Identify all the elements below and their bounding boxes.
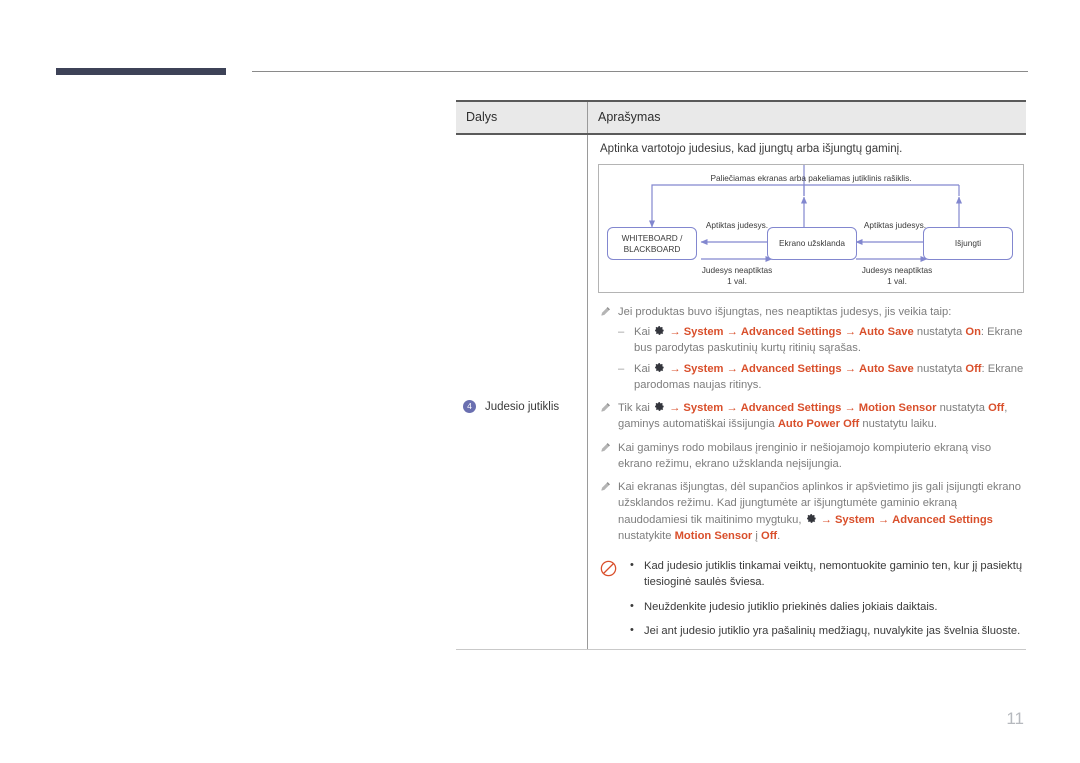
pencil-icon: [600, 479, 611, 544]
column-header-description: Aprašymas: [587, 100, 1026, 135]
header-accent-bar: [56, 68, 226, 75]
note-lead: Jei produktas buvo išjungtas, nes neapti…: [618, 306, 952, 318]
path-arrow: →: [723, 402, 741, 415]
setting-name: Auto Save: [859, 326, 914, 339]
path-arrow: →: [723, 362, 741, 375]
path-arrow: →: [666, 362, 684, 375]
pencil-icon: [601, 482, 610, 491]
caution-text: Kad judesio jutiklis tinkamai veiktų, ne…: [644, 560, 1023, 589]
setting-name: On: [965, 326, 981, 339]
setting-name: Advanced Settings: [892, 513, 993, 526]
diagram-label-touch-screen: Paliečiamas ekranas arba pakeliamas juti…: [710, 173, 912, 183]
setting-name: Advanced Settings: [740, 402, 842, 415]
diagram-label-no-motion-left: Judesys neaptiktas 1 val.: [701, 265, 773, 286]
pencil-icon: [600, 304, 611, 393]
table-row: 4 Judesio jutiklis Aptinka vartotojo jud…: [456, 134, 1026, 650]
note-fullscreen-mirroring: Kai gaminys rodo mobilaus įrenginio ir n…: [600, 440, 1024, 472]
page-number: 11: [1006, 709, 1024, 728]
caution-items: • Kad judesio jutiklis tinkamai veiktų, n…: [630, 558, 1024, 639]
caution-text: Neuždenkite judesio jutiklio priekinės d…: [644, 600, 938, 613]
caution-item: • Neuždenkite judesio jutiklio priekinės …: [630, 599, 1024, 615]
path-arrow: →: [723, 326, 741, 339]
gear-icon: [806, 513, 817, 524]
path-arrow: →: [817, 513, 835, 526]
setting-name: Off: [965, 362, 982, 375]
setting-name: System: [683, 362, 724, 375]
gear-icon: [654, 362, 665, 373]
motion-sensor-state-diagram: Paliečiamas ekranas arba pakeliamas juti…: [598, 164, 1024, 293]
note-ambient-light: Kai ekranas išjungtas, dėl supančios apl…: [600, 479, 1024, 544]
note-motion-sensor-off: Tik kai → System → Advanced Settings → M…: [600, 400, 1024, 432]
dash-marker: –: [618, 362, 625, 375]
setting-name: Auto Save: [859, 362, 914, 375]
setting-name: Off: [761, 529, 778, 542]
part-name: Judesio jutiklis: [485, 400, 560, 413]
part-number-badge: 4: [463, 400, 476, 413]
part-cell: 4 Judesio jutiklis: [456, 134, 588, 650]
diagram-label-no-motion-right: Judesys neaptiktas 1 val.: [861, 265, 933, 286]
path-arrow: →: [666, 326, 684, 339]
bullet-icon: •: [630, 559, 634, 572]
caution-item: • Kad judesio jutiklis tinkamai veiktų, n…: [630, 558, 1024, 590]
setting-name: Advanced Settings: [740, 326, 842, 339]
note-power-off-behavior: Jei produktas buvo išjungtas, nes neapti…: [600, 304, 1024, 393]
sub-auto-save-on: – Kai → System → Advanced Settings → Auto…: [618, 324, 1024, 356]
header-rule: [252, 71, 1028, 72]
prohibition-icon: [600, 558, 618, 639]
dash-marker: –: [618, 326, 625, 339]
gear-icon: [654, 401, 665, 412]
table-header-row: Dalys Aprašymas: [456, 100, 1026, 135]
pencil-icon: [601, 307, 610, 316]
diagram-box-off: Išjungti: [923, 227, 1013, 260]
setting-name: System: [683, 402, 724, 415]
setting-name: System: [683, 326, 724, 339]
path-arrow: →: [666, 402, 684, 415]
notes-list: Jei produktas buvo išjungtas, nes neapti…: [598, 304, 1024, 544]
setting-name: System: [834, 513, 875, 526]
description-intro: Aptinka vartotojo judesius, kad įjungtų …: [600, 143, 903, 155]
caution-item: • Jei ant judesio jutiklio yra pašalinių …: [630, 623, 1024, 639]
page-header: [0, 0, 1080, 90]
path-arrow: →: [841, 326, 860, 339]
diagram-box-whiteboard: WHITEBOARD / BLACKBOARD: [607, 227, 697, 260]
setting-name: Motion Sensor: [858, 402, 937, 415]
column-header-parts: Dalys: [456, 100, 588, 135]
pencil-icon: [601, 442, 610, 452]
setting-name: Motion Sensor: [674, 529, 753, 542]
path-arrow: →: [874, 513, 893, 526]
pencil-icon: [601, 403, 610, 412]
caution-block: • Kad judesio jutiklis tinkamai veiktų, n…: [598, 558, 1024, 639]
diagram-box-screensaver: Ekrano užsklanda: [767, 227, 857, 260]
setting-name: Auto Power Off: [777, 418, 860, 431]
caution-text: Jei ant judesio jutiklio yra pašalinių m…: [644, 624, 1021, 637]
pencil-icon: [600, 440, 611, 472]
bullet-icon: •: [630, 623, 634, 636]
description-cell: Aptinka vartotojo judesius, kad įjungtų …: [587, 134, 1026, 650]
sub-auto-save-off: – Kai → System → Advanced Settings → Auto…: [618, 361, 1024, 393]
bullet-icon: •: [630, 599, 634, 612]
part-label-group: 4 Judesio jutiklis: [463, 400, 559, 413]
path-arrow: →: [841, 402, 859, 415]
setting-name: Off: [988, 402, 1005, 415]
path-arrow: →: [841, 362, 860, 375]
gear-icon: [654, 325, 665, 336]
setting-name: Advanced Settings: [740, 362, 842, 375]
specification-table: Dalys Aprašymas 4 Judesio jutiklis Aptin…: [456, 100, 1026, 650]
pencil-icon: [600, 400, 611, 432]
